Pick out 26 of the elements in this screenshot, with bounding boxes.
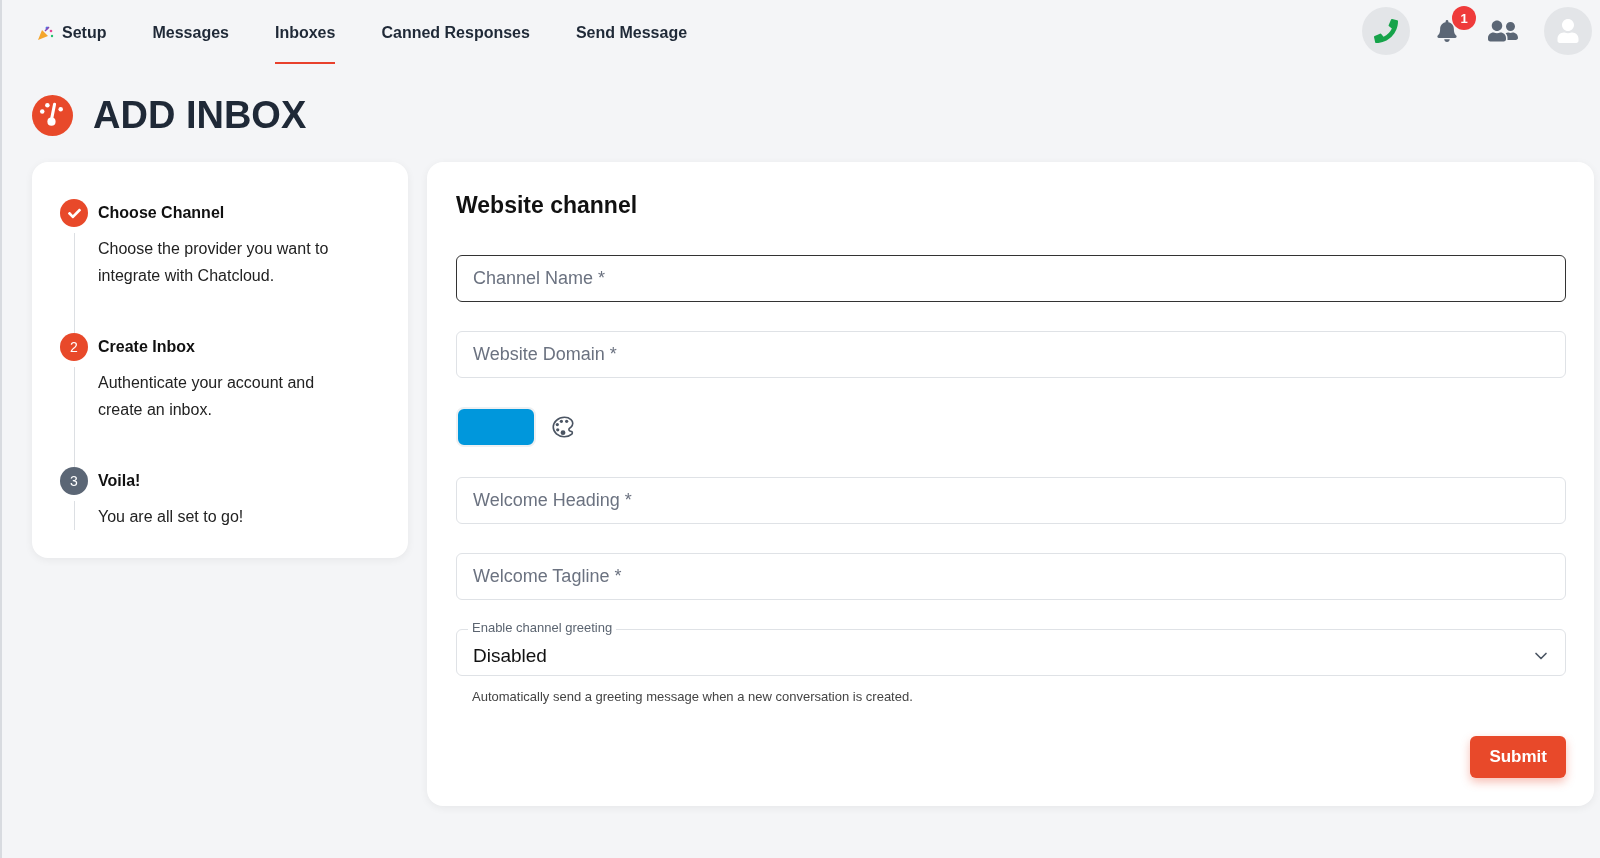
notification-count-badge: 1 <box>1452 6 1476 30</box>
page-title: ADD INBOX <box>93 93 307 137</box>
text-input[interactable]: Channel Name * <box>456 255 1566 302</box>
step-description: Choose the provider you want to integrate with Chatcloud. <box>98 239 330 286</box>
nav-tab[interactable]: Send Message <box>575 0 688 64</box>
step-title: Choose Channel <box>98 204 226 222</box>
help-text: Automatically send a greeting message when a new conversation is created. <box>471 688 914 704</box>
nav-tab[interactable]: Inboxes <box>274 0 336 64</box>
step-description: Authenticate your account and create an inbox. <box>98 373 316 420</box>
step-number: 3 <box>60 467 88 495</box>
step-title: Create Inbox <box>98 338 196 356</box>
submit-button[interactable]: Submit <box>1470 736 1566 778</box>
gauge-icon <box>32 94 73 136</box>
nav-tab[interactable]: Setup <box>36 0 107 64</box>
color-swatch[interactable] <box>456 407 536 447</box>
step-number: 2 <box>60 333 88 361</box>
nav-tab[interactable]: Canned Responses <box>381 0 530 64</box>
form-title: Website channel <box>456 192 639 219</box>
nav-tab[interactable]: Messages <box>152 0 229 64</box>
phone-button[interactable] <box>1362 7 1410 55</box>
phone-icon <box>1374 19 1398 43</box>
select-label: Enable channel greeting <box>468 620 617 635</box>
palette-icon[interactable] <box>550 414 576 440</box>
step-description: You are all set to go! <box>98 507 245 527</box>
user-silhouette-icon <box>1556 19 1580 43</box>
step-title: Voila! <box>98 472 142 490</box>
